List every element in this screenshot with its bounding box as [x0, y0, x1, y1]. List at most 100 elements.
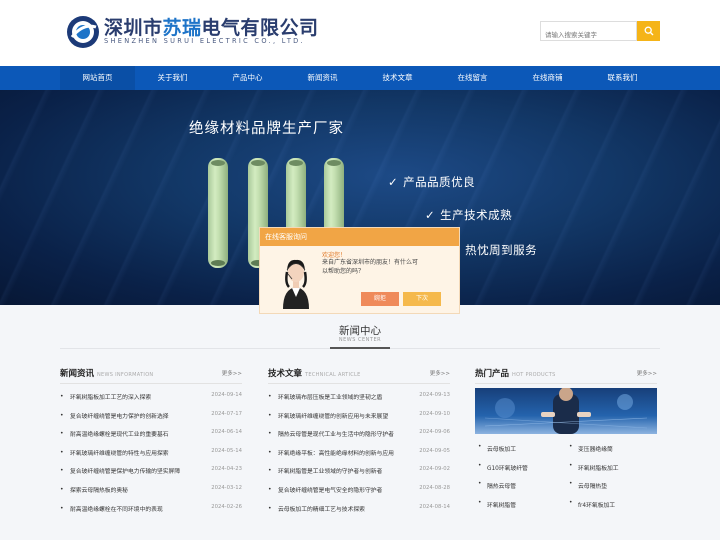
bullet-icon: •	[478, 499, 482, 506]
tech-column-head: 技术文章 TECHNICAL ARTICLE 更多>>	[268, 367, 450, 381]
column-divider	[475, 383, 657, 384]
tech-column-headline: 技术文章 TECHNICAL ARTICLE	[268, 367, 450, 379]
header: 深圳市苏瑞电气有限公司 SHENZHEN SURUI ELECTRIC CO.,…	[0, 0, 720, 66]
news-item-date: 2024-09-14	[211, 392, 242, 398]
banner-feature: ✓ 产品品质优良	[388, 174, 475, 190]
news-item[interactable]: • 耐高温绝缘螺栓在不同环境中的表现 2024-02-26	[60, 500, 242, 519]
news-item[interactable]: • 复合玻纤缠绕管是保护电力传输的坚实屏障 2024-04-23	[60, 462, 242, 481]
news-item[interactable]: • 复合玻纤缠绕管是电力保护的创新选择 2024-07-17	[60, 407, 242, 426]
article-item[interactable]: • 复合玻纤缠绕管是电气安全的隐形守护者 2024-08-28	[268, 481, 450, 500]
column-divider	[268, 383, 450, 384]
bullet-icon: •	[268, 430, 272, 438]
products-more-link[interactable]: 更多>>	[637, 369, 657, 377]
article-item-title: 环氧树脂管是工业领域的守护者与创新者	[278, 469, 383, 476]
nav-contact[interactable]: 联系我们	[585, 66, 660, 90]
news-item-title: 复合玻纤缠绕管是电力保护的创新选择	[70, 413, 169, 420]
logo-icon[interactable]	[66, 15, 100, 49]
product-item[interactable]: • 变压器绝缘筒	[566, 440, 657, 459]
news-item-date: 2024-02-26	[211, 503, 242, 510]
chat-message: 来自广东省深圳市的朋友！有什么可以帮助您的吗？	[322, 259, 419, 275]
products-banner-image[interactable]	[475, 388, 657, 434]
news-column-head: 新闻资讯 NEWS INFORMATION 更多>>	[60, 367, 242, 381]
article-item-date: 2024-09-13	[419, 392, 450, 398]
product-item[interactable]: • 环氧树脂管	[475, 496, 566, 515]
bullet-icon: •	[60, 485, 64, 493]
news-item-title: 耐高温绝缘螺栓在不同环境中的表现	[70, 506, 163, 513]
products-list: • 云母板加工 • 变压器绝缘筒 • G10环氧玻纤管 • 环氧树脂板加工 • 隔热云母管…	[475, 440, 657, 514]
product-item[interactable]: • 隔热云母管	[475, 477, 566, 496]
company-name-c: 电气有限公司	[201, 17, 319, 39]
article-item-date: 2024-09-05	[419, 447, 450, 454]
article-item[interactable]: • 环氧绝缘平板：高性能绝缘材料的创新与应用 2024-09-05	[268, 444, 450, 463]
banner-feature-text: 产品品质优良	[403, 175, 476, 189]
news-item[interactable]: • 耐高温绝缘螺栓是现代工业的重要基石 2024-06-14	[60, 425, 242, 444]
news-item[interactable]: • 环氧树脂板加工工艺的深入探索 2024-09-14	[60, 388, 242, 407]
product-item[interactable]: • G10环氧玻纤管	[475, 459, 566, 478]
search-button[interactable]	[637, 21, 660, 41]
news-item-date: 2024-05-14	[211, 447, 242, 454]
nav-products[interactable]: 产品中心	[210, 66, 285, 90]
article-item[interactable]: • 环氧树脂管是工业领域的守护者与创新者 2024-09-02	[268, 462, 450, 481]
bullet-icon: •	[268, 485, 272, 493]
banner-feature: ✓热忱周到服务	[450, 242, 537, 258]
news-item-date: 2024-06-14	[211, 429, 242, 436]
banner-feature-text: 热忱周到服务	[465, 243, 538, 257]
bullet-icon: •	[268, 448, 272, 456]
nav-shop[interactable]: 在线商铺	[510, 66, 585, 90]
agent-avatar	[283, 259, 309, 309]
check-icon: ✓	[388, 175, 399, 189]
news-item[interactable]: • 探索云母隔热板的奥秘 2024-03-12	[60, 481, 242, 500]
article-item[interactable]: • 环氧玻璃纤维缠绕管的创新应用与未来展望 2024-09-10	[268, 407, 450, 426]
bullet-icon: •	[569, 462, 573, 469]
banner-feature-text: 生产技术成熟	[440, 208, 513, 222]
product-item[interactable]: • 云母隔热垫	[566, 477, 657, 496]
banner-feature: ✓ 生产技术成熟	[425, 207, 512, 223]
bullet-icon: •	[268, 467, 272, 475]
product-item[interactable]: • 云母板加工	[475, 440, 566, 459]
tech-column-title: 技术文章	[268, 369, 303, 379]
nav-message[interactable]: 在线留言	[435, 66, 510, 90]
business-people-image	[484, 388, 648, 434]
article-item-title: 环氧玻璃纤维缠绕管的创新应用与未来展望	[278, 413, 389, 420]
chat-decline-button[interactable]: 婉拒	[361, 292, 399, 306]
bullet-icon: •	[569, 481, 573, 488]
article-item[interactable]: • 隔热云母管是现代工业与生活中的隐形守护者 2024-09-06	[268, 425, 450, 444]
article-item[interactable]: • 云母板加工的精细工艺与技术探索 2024-08-14	[268, 500, 450, 519]
article-item-date: 2024-09-02	[419, 466, 450, 473]
product-item-name: G10环氧玻纤管	[487, 465, 528, 472]
bullet-icon: •	[60, 504, 64, 512]
tech-more-link[interactable]: 更多>>	[430, 369, 450, 377]
news-center-section: 新闻中心 NEWS CENTER 新闻资讯 NEWS INFORMATION 更…	[0, 305, 720, 540]
search-input[interactable]	[541, 26, 636, 44]
bullet-icon: •	[478, 462, 482, 469]
nav-articles[interactable]: 技术文章	[360, 66, 435, 90]
product-item[interactable]: • fr4环氧板加工	[566, 496, 657, 515]
product-item[interactable]: • 环氧树脂板加工	[566, 459, 657, 478]
article-item-date: 2024-08-14	[419, 503, 450, 510]
search-box	[540, 21, 637, 44]
article-item[interactable]: • 环氧玻璃布层压板是工业领域的坚韧之盾 2024-09-13	[268, 388, 450, 407]
bullet-icon: •	[60, 467, 64, 475]
product-item-name: 隔热云母管	[487, 484, 516, 491]
news-column-en: NEWS INFORMATION	[97, 372, 154, 378]
article-item-title: 环氧绝缘平板：高性能绝缘材料的创新与应用	[278, 450, 394, 457]
chat-popup[interactable]: 在线客服询问 欢迎您！ 来自广东省深圳市的朋友！有什么可以帮助您的吗？ 婉拒 下…	[259, 227, 460, 314]
news-item-date: 2024-03-12	[211, 484, 242, 491]
news-column-headline: 新闻资讯 NEWS INFORMATION	[60, 367, 242, 379]
news-more-link[interactable]: 更多>>	[222, 369, 242, 377]
news-item[interactable]: • 环氧玻璃纤维缠绕管的特性与应用探索 2024-05-14	[60, 444, 242, 463]
news-column: 新闻资讯 NEWS INFORMATION 更多>> • 环氧树脂板加工工艺的深入…	[60, 367, 242, 518]
news-item-title: 环氧玻璃纤维缠绕管的特性与应用探索	[70, 450, 169, 457]
product-item-name: 环氧树脂板加工	[578, 465, 619, 472]
nav-home[interactable]: 网站首页	[60, 66, 135, 90]
chat-title[interactable]: 在线客服询问	[260, 228, 459, 246]
news-item-title: 复合玻纤缠绕管是保护电力传输的坚实屏障	[70, 469, 181, 476]
main-nav: 网站首页 关于我们 产品中心 新闻资讯 技术文章 在线留言 在线商铺 联系我们	[0, 66, 720, 90]
bullet-icon: •	[60, 448, 64, 456]
nav-about[interactable]: 关于我们	[135, 66, 210, 90]
bullet-icon: •	[569, 499, 573, 506]
news-item-title: 环氧树脂板加工工艺的深入探索	[70, 395, 152, 401]
chat-later-button[interactable]: 下次	[403, 292, 441, 306]
nav-news[interactable]: 新闻资讯	[285, 66, 360, 90]
products-column-en: HOT PRODUCTS	[512, 372, 556, 378]
